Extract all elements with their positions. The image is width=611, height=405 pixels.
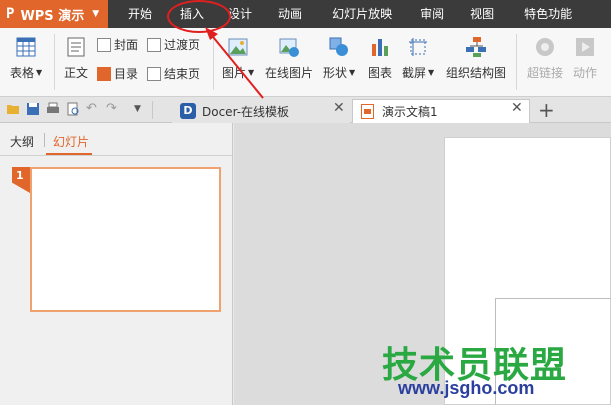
body-text-label: 正文 [64, 66, 89, 80]
org-chart-label: 组织结构图 [446, 66, 507, 80]
cover-label: 封面 [114, 38, 139, 52]
menu-review[interactable]: 审阅 [410, 0, 462, 28]
preview-icon[interactable] [66, 102, 80, 116]
chevron-down-icon: ▼ [92, 9, 100, 19]
chevron-down-icon: ▼ [36, 68, 43, 77]
action-icon [576, 38, 594, 56]
transition-page-label: 过渡页 [164, 38, 201, 52]
shape-button[interactable]: 形状 ▼ [323, 36, 355, 81]
picture-button[interactable]: 图片 ▼ [222, 36, 254, 81]
org-chart-icon [466, 37, 486, 57]
ribbon: 表格 ▼ 正文 封面 目录 过渡页 结束页 图片 ▼ 在线图片 形状 ▼ 图表 截屏 ▼ [0, 28, 611, 97]
save-icon[interactable] [26, 102, 40, 116]
menu-special-features[interactable]: 特色功能 [512, 0, 576, 28]
online-picture-button[interactable]: 在线图片 [265, 36, 313, 81]
menu-slideshow[interactable]: 幻灯片放映 [322, 0, 410, 28]
chevron-down-icon[interactable]: ▼ [134, 102, 148, 116]
panel-divider [0, 155, 233, 156]
chart-icon [372, 39, 388, 56]
action-button[interactable]: 动作 [573, 36, 597, 81]
body-text-button[interactable]: 正文 [64, 36, 88, 81]
chart-label: 图表 [368, 66, 393, 80]
chart-button[interactable]: 图表 [368, 36, 392, 81]
tab-outline[interactable]: 大纲 [10, 133, 34, 150]
tab-label: 演示文稿1 [382, 105, 438, 119]
open-icon[interactable] [6, 102, 20, 116]
ribbon-divider [213, 34, 214, 90]
hyperlink-icon [536, 38, 554, 56]
toc-button[interactable]: 目录 [97, 65, 138, 82]
print-icon[interactable] [46, 102, 60, 116]
table-label: 表格 [10, 66, 35, 80]
slide-number-badge: 1 [12, 167, 30, 193]
shape-icon [329, 37, 349, 56]
chevron-down-icon: ▼ [428, 68, 435, 77]
screenshot-label: 截屏 [402, 66, 427, 80]
annotation-circle [167, 0, 231, 33]
online-picture-label: 在线图片 [265, 66, 314, 80]
app-name: WPS 演示 [20, 8, 85, 24]
chevron-down-icon: ▼ [349, 68, 356, 77]
wps-logo: P [6, 6, 15, 22]
slides-panel: 大纲 幻灯片 1 [0, 123, 233, 405]
org-chart-button[interactable]: 组织结构图 [446, 36, 506, 81]
panel-tab-divider [44, 133, 45, 147]
ribbon-divider [54, 34, 55, 90]
hyperlink-label: 超链接 [527, 66, 564, 80]
docer-icon: D [180, 103, 196, 119]
close-icon[interactable]: ✕ [333, 100, 345, 116]
hyperlink-button[interactable]: 超链接 [527, 36, 563, 81]
undo-icon[interactable]: ↶ [86, 102, 100, 116]
tab-label: Docer-在线模板 [202, 104, 290, 119]
watermark-url: www.jsgho.com [398, 378, 535, 398]
redo-icon[interactable]: ↷ [106, 102, 120, 116]
cover-icon [97, 37, 111, 52]
plus-icon[interactable]: + [538, 98, 555, 122]
end-page-label: 结束页 [164, 67, 201, 81]
presentation-icon [361, 104, 374, 119]
cover-button[interactable]: 封面 [97, 36, 138, 53]
toc-label: 目录 [114, 67, 139, 81]
picture-label: 图片 [222, 66, 247, 80]
table-icon [16, 37, 36, 57]
online-picture-icon [279, 38, 299, 57]
close-icon[interactable]: ✕ [511, 100, 523, 116]
menu-animation[interactable]: 动画 [268, 0, 322, 28]
tab-docer-templates[interactable]: D Docer-在线模板 [172, 99, 350, 123]
slide-thumbnail[interactable] [30, 167, 221, 312]
body-text-icon [67, 37, 85, 57]
picture-icon [228, 38, 248, 56]
end-icon [147, 66, 161, 81]
shape-label: 形状 [323, 66, 348, 80]
table-button[interactable]: 表格 ▼ [10, 36, 42, 81]
end-page-button[interactable]: 结束页 [147, 65, 200, 82]
app-menu-button[interactable]: P WPS 演示 ▼ [0, 0, 108, 28]
tabbar-divider [152, 101, 153, 119]
title-bar: P WPS 演示 ▼ 开始 插入 设计 动画 幻灯片放映 审阅 视图 特色功能 [0, 0, 611, 28]
screenshot-icon [409, 38, 428, 56]
ribbon-divider [516, 34, 517, 90]
action-label: 动作 [573, 66, 598, 80]
menu-view[interactable]: 视图 [462, 0, 512, 28]
toc-icon [97, 66, 111, 81]
tab-bar: ↶ ↷ ▼ D Docer-在线模板 ✕ 演示文稿1 ✕ + [0, 97, 611, 123]
menu-home[interactable]: 开始 [108, 0, 164, 28]
screenshot-button[interactable]: 截屏 ▼ [402, 36, 434, 81]
chevron-down-icon: ▼ [248, 68, 255, 77]
transition-page-button[interactable]: 过渡页 [147, 36, 200, 53]
tab-presentation1[interactable]: 演示文稿1 [352, 99, 530, 123]
transition-icon [147, 37, 161, 52]
tab-slides[interactable]: 幻灯片 [53, 133, 89, 150]
